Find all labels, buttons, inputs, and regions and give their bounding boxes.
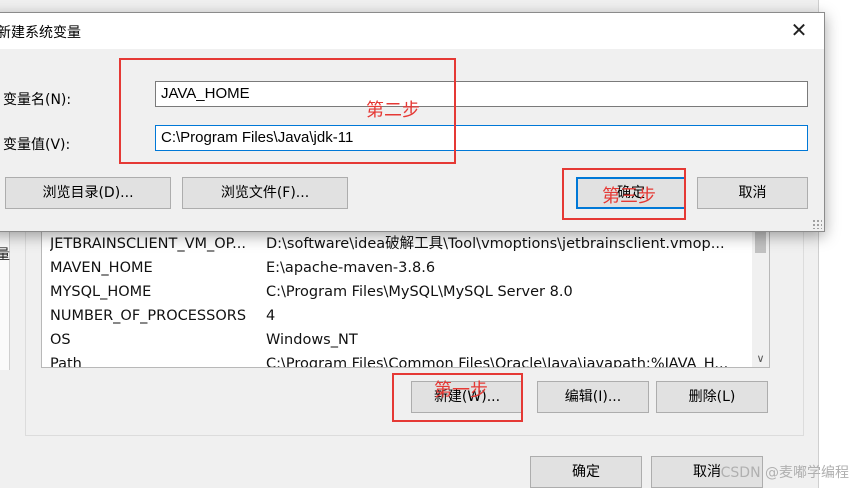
table-row[interactable]: MYSQL_HOME C:\Program Files\MySQL\MySQL … — [42, 280, 769, 304]
variable-name: MYSQL_HOME — [50, 284, 152, 300]
variable-value: E:\apache-maven-3.8.6 — [266, 260, 436, 276]
browse-directory-button[interactable]: 浏览目录(D)... — [5, 177, 171, 209]
table-row[interactable]: OS Windows_NT — [42, 328, 769, 352]
variable-value: 4 — [266, 308, 276, 324]
scroll-down-icon[interactable]: ∨ — [754, 352, 767, 365]
variable-name: NUMBER_OF_PROCESSORS — [50, 308, 247, 324]
edge-label-fragment: 量 — [0, 247, 10, 263]
browse-file-button[interactable]: 浏览文件(F)... — [182, 177, 348, 209]
variable-name: Path — [50, 356, 82, 368]
variable-name-label: 变量名(N): — [3, 92, 72, 108]
dialog-title: 新建系统变量 — [0, 25, 81, 41]
delete-variable-button[interactable]: 删除(L) — [656, 381, 768, 413]
variable-value: Windows_NT — [266, 332, 358, 348]
variable-value: C:\Program Files\MySQL\MySQL Server 8.0 — [266, 284, 573, 300]
scrollbar-thumb[interactable] — [755, 231, 766, 253]
dialog-cancel-button[interactable]: 取消 — [697, 177, 808, 209]
step2-label: 第二步 — [366, 100, 420, 121]
table-row[interactable]: Path C:\Program Files\Common Files\Oracl… — [42, 352, 769, 368]
variable-name: JETBRAINSCLIENT_VM_OP... — [50, 236, 246, 252]
table-row[interactable]: NUMBER_OF_PROCESSORS 4 — [42, 304, 769, 328]
csdn-watermark: CSDN @麦嘟学编程 — [720, 465, 849, 481]
step3-label: 第三步 — [602, 186, 656, 207]
close-icon[interactable]: ✕ — [788, 19, 810, 41]
edit-variable-button[interactable]: 编辑(I)... — [537, 381, 649, 413]
variable-value: C:\Program Files\Common Files\Oracle\Jav… — [266, 356, 729, 368]
table-row[interactable]: MAVEN_HOME E:\apache-maven-3.8.6 — [42, 256, 769, 280]
system-variables-list[interactable]: JETBRAINSCLIENT_VM_OP... D:\software\ide… — [41, 226, 770, 368]
vertical-scrollbar[interactable]: ∨ — [752, 227, 769, 367]
variable-name: OS — [50, 332, 71, 348]
dialog-titlebar[interactable]: 新建系统变量 ✕ — [0, 13, 824, 49]
window-ok-button[interactable]: 确定 — [530, 456, 642, 488]
variable-value-label: 变量值(V): — [3, 137, 71, 153]
variable-name: MAVEN_HOME — [50, 260, 153, 276]
step1-label: 第一步 — [434, 380, 488, 401]
resize-grip-icon[interactable] — [812, 219, 822, 229]
variable-value: D:\software\idea破解工具\Tool\vmoptions\jetb… — [266, 236, 725, 252]
table-row[interactable]: JETBRAINSCLIENT_VM_OP... D:\software\ide… — [42, 232, 769, 256]
